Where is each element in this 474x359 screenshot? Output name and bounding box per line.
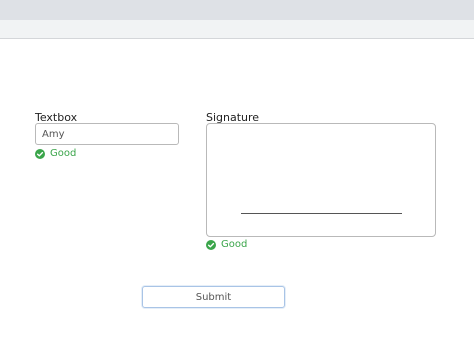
page: Textbox Good Signature Good Submit	[0, 0, 474, 359]
browser-toolbar	[0, 20, 474, 39]
submit-button[interactable]: Submit	[142, 286, 285, 308]
signature-baseline	[241, 213, 402, 214]
signature-pad[interactable]	[206, 123, 436, 237]
textbox-input[interactable]	[35, 123, 179, 145]
textbox-validation: Good	[35, 148, 76, 160]
check-circle-icon	[35, 149, 45, 159]
signature-status-text: Good	[221, 239, 248, 250]
textbox-status-text: Good	[50, 148, 77, 159]
check-circle-icon	[206, 240, 216, 250]
browser-tab-strip	[0, 0, 474, 20]
signature-validation: Good	[206, 239, 247, 251]
